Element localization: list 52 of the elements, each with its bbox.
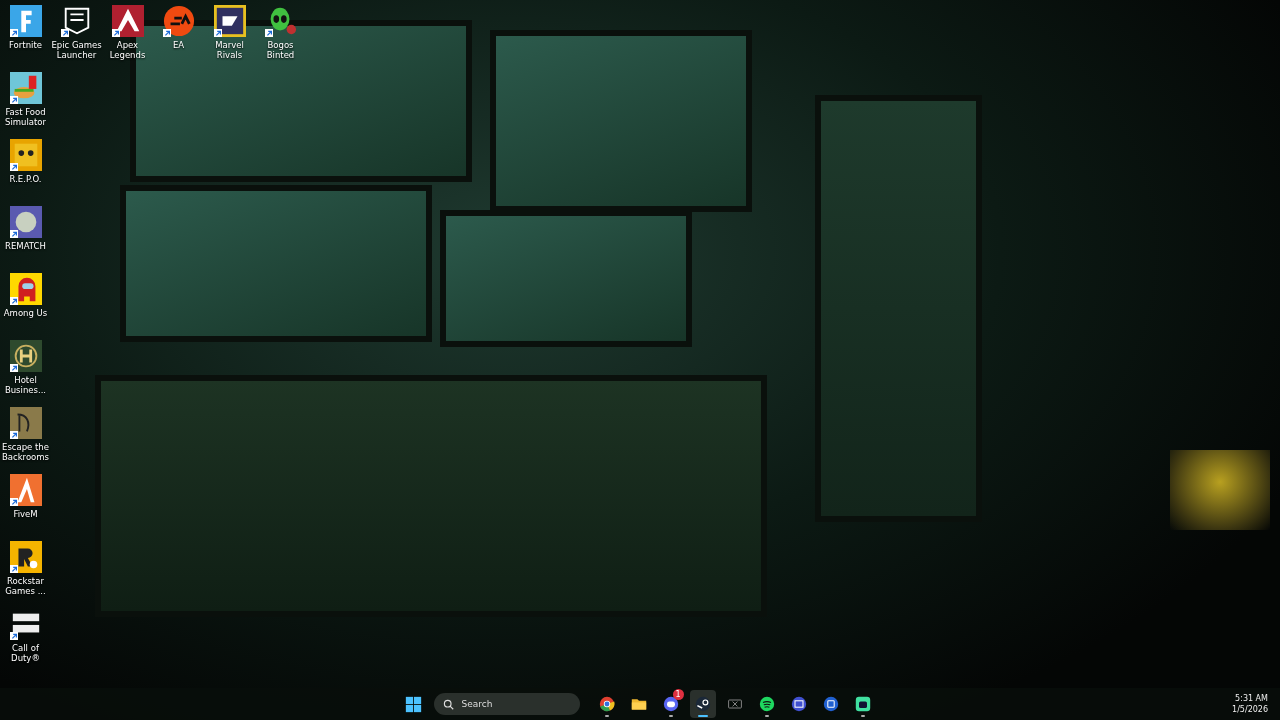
- shortcut-label: Escape the Backrooms: [0, 442, 51, 462]
- desktop-shortcut[interactable]: Bogos Binted: [255, 3, 306, 70]
- desktop-shortcut[interactable]: REMATCH: [0, 204, 51, 271]
- shortcut-label: Apex Legends: [108, 40, 147, 60]
- shortcut-label: Rockstar Games ...: [4, 576, 47, 596]
- shortcut-label: Call of Duty®: [10, 643, 41, 663]
- desktop-shortcut[interactable]: EA: [153, 3, 204, 70]
- shortcut-label: Marvel Rivals: [214, 40, 245, 60]
- app-icon: [662, 696, 679, 712]
- shortcut-label: FiveM: [12, 509, 39, 519]
- app-icon: [694, 696, 711, 712]
- running-indicator: [697, 715, 708, 717]
- shortcut-label: Epic Games Launcher: [51, 40, 102, 60]
- shortcut-label: Fortnite: [8, 40, 43, 50]
- shortcut-label: Fast Food Simulator: [4, 107, 47, 127]
- taskbar-app-button[interactable]: [689, 690, 716, 718]
- running-indicator: [668, 715, 673, 717]
- app-icon: [854, 696, 871, 712]
- shortcut-label: REMATCH: [4, 241, 47, 251]
- app-icon: [822, 696, 839, 712]
- desktop-shortcut[interactable]: Escape the Backrooms: [0, 405, 51, 472]
- running-indicator: [764, 715, 769, 717]
- app-icon: [790, 696, 807, 712]
- desktop-shortcut[interactable]: Rockstar Games ...: [0, 539, 51, 606]
- desktop-shortcut[interactable]: Fortnite: [0, 3, 51, 70]
- folder-icon: [630, 696, 647, 712]
- desktop-shortcut[interactable]: Hotel Busines...: [0, 338, 51, 405]
- clock-time: 5:31 AM: [1235, 693, 1268, 704]
- notification-badge: 1: [672, 689, 684, 700]
- search-icon: [442, 699, 454, 710]
- taskbar-app-button[interactable]: 1: [657, 690, 684, 718]
- running-indicator: [604, 715, 609, 717]
- desktop-shortcut[interactable]: Fast Food Simulator: [0, 70, 51, 137]
- app-icon: [726, 696, 743, 712]
- desktop-shortcut[interactable]: Among Us: [0, 271, 51, 338]
- clock-date: 1/5/2026: [1232, 704, 1268, 715]
- desktop-shortcut[interactable]: R.E.P.O.: [0, 137, 51, 204]
- desktop-shortcut[interactable]: Apex Legends: [102, 3, 153, 70]
- app-icon: [598, 696, 615, 712]
- shortcut-label: Bogos Binted: [265, 40, 296, 60]
- desktop-shortcut[interactable]: Epic Games Launcher: [51, 3, 102, 70]
- shortcut-label: Among Us: [2, 308, 49, 318]
- desktop-shortcut[interactable]: Marvel Rivals: [204, 3, 255, 70]
- running-indicator: [860, 715, 865, 717]
- app-icon: [758, 696, 775, 712]
- desktop-shortcut[interactable]: Call of Duty®: [0, 606, 51, 673]
- windows-start-icon[interactable]: [404, 695, 422, 713]
- desktop-shortcut[interactable]: FiveM: [0, 472, 51, 539]
- shortcut-label: EA: [171, 40, 186, 50]
- search-field[interactable]: Search: [433, 693, 580, 715]
- shortcut-label: Hotel Busines...: [3, 375, 48, 395]
- shortcut-label: R.E.P.O.: [8, 174, 43, 184]
